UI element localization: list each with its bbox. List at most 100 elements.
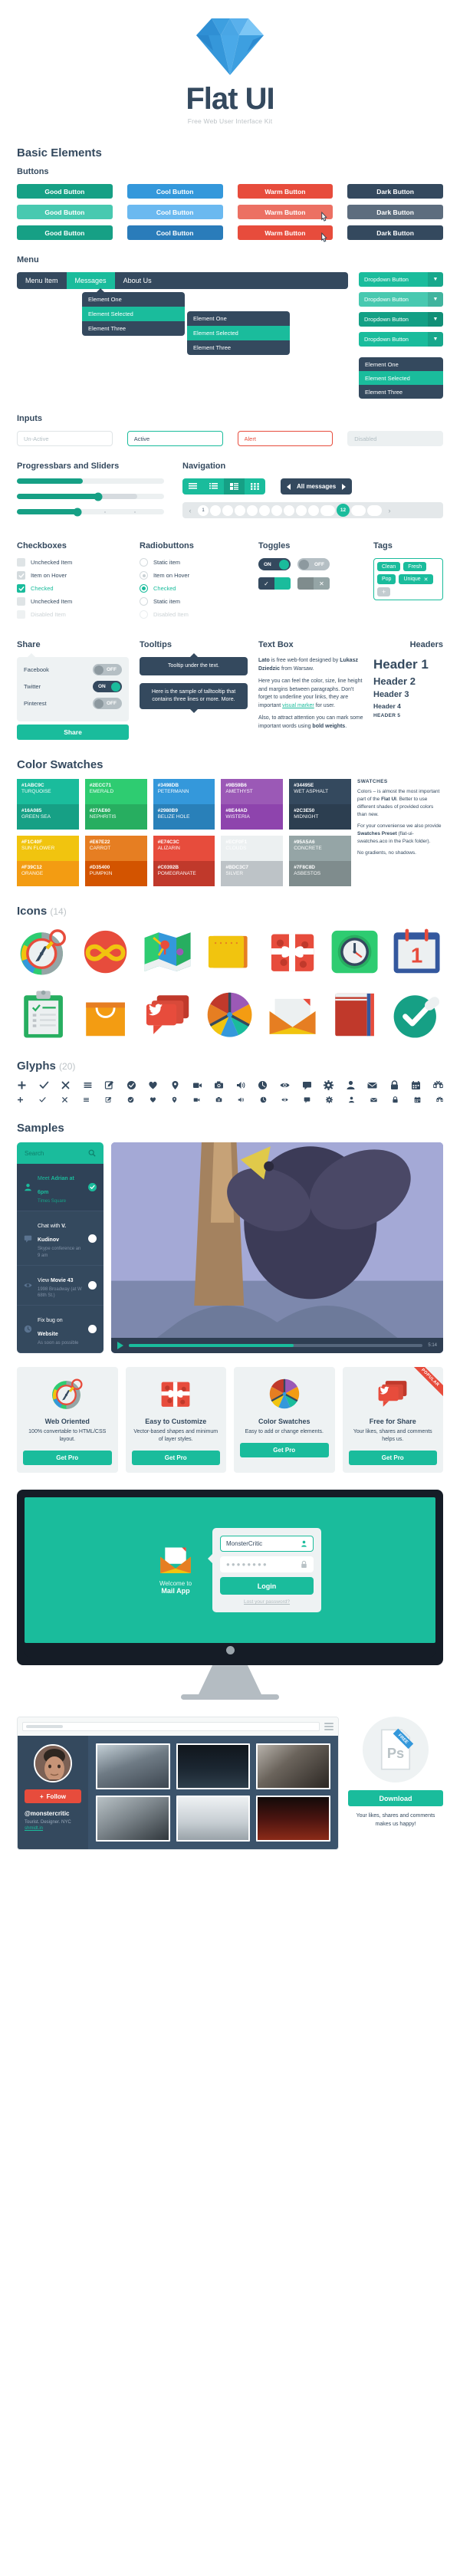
slider-knob[interactable]	[73, 508, 82, 516]
edit-glyph[interactable]	[104, 1080, 114, 1090]
toggle-on[interactable]: ON	[258, 558, 291, 570]
close-glyph[interactable]	[61, 1096, 68, 1103]
get-pro-button[interactable]: Get Pro	[240, 1443, 329, 1458]
shopping-bag-icon[interactable]	[79, 988, 132, 1041]
slider[interactable]	[17, 492, 164, 501]
pin-glyph[interactable]	[170, 1080, 180, 1090]
radio-row[interactable]: Static item	[140, 597, 258, 606]
todo-item[interactable]: Fix bug on Website As soon as possible	[17, 1306, 104, 1353]
command-glyph[interactable]	[435, 1096, 443, 1103]
next-arrow-icon[interactable]	[342, 483, 347, 490]
mail-glyph[interactable]	[370, 1096, 377, 1103]
button-good-button[interactable]: Good Button	[17, 184, 113, 199]
popover-item[interactable]: Element Selected	[187, 326, 290, 340]
menu-popover-primary[interactable]: Element One Element Selected Element Three	[82, 288, 185, 336]
lock-glyph[interactable]	[389, 1080, 399, 1090]
checkbox-row[interactable]: Unchecked Item	[17, 558, 140, 567]
grid-icon[interactable]	[245, 478, 265, 495]
toggle-off[interactable]: OFF	[297, 558, 330, 570]
heart-glyph[interactable]	[150, 1096, 156, 1103]
radio-button[interactable]	[140, 597, 148, 606]
volume-glyph[interactable]	[236, 1080, 246, 1090]
dropdown-item[interactable]: Element One	[359, 357, 443, 371]
menu-popover-secondary[interactable]: Element One Element Selected Element Three	[187, 311, 290, 355]
pagination-page[interactable]	[308, 504, 319, 516]
checkbox-box[interactable]	[17, 571, 25, 580]
list-lines-icon[interactable]	[203, 478, 224, 495]
menu-glyph[interactable]	[83, 1096, 90, 1103]
comment-glyph[interactable]	[302, 1080, 312, 1090]
pagination-page[interactable]	[247, 504, 258, 516]
button-cool-button[interactable]: Cool Button	[127, 205, 223, 219]
follow-button[interactable]: + Follow	[25, 1789, 81, 1804]
radio-row[interactable]: Static item	[140, 558, 258, 567]
video-glyph[interactable]	[193, 1096, 200, 1103]
plus-glyph[interactable]	[17, 1080, 27, 1090]
share-toggle-facebook[interactable]: OFF	[93, 664, 122, 675]
radio-button[interactable]	[140, 571, 148, 580]
checkbox-box[interactable]	[17, 597, 25, 606]
share-toggle-twitter[interactable]: ON	[93, 681, 122, 692]
button-cool-button[interactable]: Cool Button	[127, 184, 223, 199]
pin-glyph[interactable]	[171, 1096, 178, 1103]
play-icon[interactable]	[117, 1341, 123, 1349]
notepad-icon[interactable]	[203, 925, 256, 978]
username-field[interactable]: MonsterCritic	[220, 1536, 314, 1552]
calendar-icon[interactable]: 1	[390, 925, 443, 978]
monitor-power-button[interactable]	[225, 1645, 235, 1654]
button-good-button[interactable]: Good Button	[17, 205, 113, 219]
pagination-next[interactable]: ›	[383, 507, 396, 514]
infinity-heart-icon[interactable]	[79, 925, 132, 978]
get-pro-button[interactable]: Get Pro	[23, 1451, 112, 1466]
pagination-page[interactable]	[320, 504, 335, 516]
check-glyph[interactable]	[39, 1096, 46, 1103]
button-dark-button[interactable]: Dark Button	[347, 184, 443, 199]
twitter-chat-icon[interactable]	[141, 988, 194, 1041]
prev-arrow-icon[interactable]	[287, 483, 291, 490]
lock-glyph[interactable]	[392, 1096, 399, 1103]
button-good-button[interactable]: Good Button	[17, 225, 113, 240]
slider-knob[interactable]	[94, 492, 103, 501]
todo-item[interactable]: View Movie 43 1998 Broadway (at W 68th St…	[17, 1266, 104, 1306]
gallery-photo[interactable]	[96, 1743, 170, 1790]
todo-complete-toggle[interactable]	[88, 1280, 97, 1290]
popover-item[interactable]: Element Three	[187, 340, 290, 355]
gear-glyph[interactable]	[324, 1080, 334, 1091]
user-glyph[interactable]	[346, 1080, 356, 1090]
tag-pop[interactable]: Pop	[377, 574, 396, 584]
button-dark-button[interactable]: Dark Button	[347, 225, 443, 240]
list-detail-icon[interactable]	[224, 478, 245, 495]
checkbox-row[interactable]: Unchecked Item	[17, 597, 140, 606]
comment-glyph[interactable]	[304, 1096, 310, 1103]
volume-glyph[interactable]	[238, 1096, 245, 1103]
check-circle-icon[interactable]	[390, 988, 443, 1041]
map-icon[interactable]	[141, 925, 194, 978]
check-circle-glyph[interactable]	[127, 1096, 134, 1103]
slider[interactable]	[17, 508, 164, 516]
mail-glyph[interactable]	[367, 1080, 378, 1090]
camera-glyph[interactable]	[214, 1080, 224, 1090]
menu-item-about-us[interactable]: About Us	[115, 272, 160, 289]
button-cool-button[interactable]: Cool Button	[127, 225, 223, 240]
inline-link[interactable]: visual marker	[282, 703, 314, 708]
pagination-page[interactable]	[367, 504, 382, 516]
checkbox-row[interactable]: Checked	[17, 584, 140, 593]
all-messages-nav[interactable]: All messages	[281, 478, 353, 495]
checkbox-box[interactable]	[17, 584, 25, 593]
button-warm-button[interactable]: Warm Button	[237, 184, 334, 199]
todo-item[interactable]: Meet Adrian at 6pm Times Square	[17, 1164, 104, 1212]
profile-link[interactable]: shmidt.in	[25, 1826, 81, 1831]
tag-fresh[interactable]: Fresh	[403, 562, 427, 571]
input-active[interactable]	[127, 431, 223, 446]
pagination-page[interactable]	[222, 504, 233, 516]
hamburger-icon[interactable]	[324, 1723, 334, 1731]
dropdown-button-hover[interactable]: Dropdown Button ▼	[359, 292, 443, 307]
gallery-photo[interactable]	[176, 1796, 251, 1842]
clock-glyph[interactable]	[258, 1080, 268, 1090]
gallery-photo[interactable]	[96, 1796, 170, 1842]
todo-complete-toggle[interactable]	[88, 1234, 97, 1243]
pagination-prev[interactable]: ‹	[184, 507, 196, 514]
tag-clean[interactable]: Clean	[377, 562, 401, 571]
dropdown-panel[interactable]: Element One Element Selected Element Three	[359, 357, 443, 399]
todo-search-bar[interactable]: Search	[17, 1142, 104, 1165]
